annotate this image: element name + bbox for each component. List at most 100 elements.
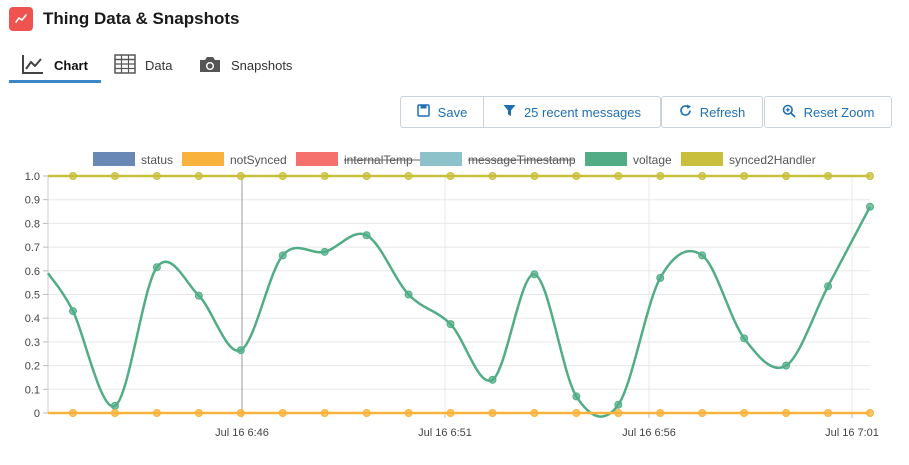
data-point-notSynced[interactable] <box>110 409 119 417</box>
data-point-voltage[interactable] <box>782 361 791 370</box>
data-point-synced2Handler[interactable] <box>530 172 539 180</box>
legend-item-internalTemp[interactable]: internalTemp <box>296 152 424 167</box>
legend-item-synced2Handler[interactable]: synced2Handler <box>681 152 816 167</box>
data-point-voltage[interactable] <box>362 231 371 240</box>
y-tick-label: 0.2 <box>25 361 40 373</box>
y-tick-label: 0.6 <box>25 266 40 278</box>
save-icon <box>416 104 430 120</box>
data-point-synced2Handler[interactable] <box>110 172 119 180</box>
data-point-synced2Handler[interactable] <box>824 172 833 180</box>
data-point-synced2Handler[interactable] <box>740 172 749 180</box>
data-point-synced2Handler[interactable] <box>404 172 413 180</box>
data-point-notSynced[interactable] <box>278 409 287 417</box>
data-point-notSynced[interactable] <box>69 409 77 417</box>
data-point-notSynced[interactable] <box>866 409 874 417</box>
legend-label: synced2Handler <box>729 153 816 167</box>
data-point-voltage[interactable] <box>278 251 287 260</box>
data-point-voltage[interactable] <box>656 273 665 282</box>
data-point-voltage[interactable] <box>110 401 119 410</box>
data-point-synced2Handler[interactable] <box>236 172 245 180</box>
page-title: Thing Data & Snapshots <box>43 9 240 28</box>
data-point-synced2Handler[interactable] <box>866 172 874 180</box>
data-point-voltage[interactable] <box>236 346 245 355</box>
data-point-synced2Handler[interactable] <box>152 172 161 180</box>
legend-swatch <box>93 152 135 166</box>
y-tick-label: 0.3 <box>25 337 40 349</box>
data-point-notSynced[interactable] <box>698 409 707 417</box>
data-point-voltage[interactable] <box>152 263 161 272</box>
data-point-voltage[interactable] <box>824 282 833 291</box>
data-point-notSynced[interactable] <box>572 409 581 417</box>
zoom-icon <box>782 104 796 121</box>
save-button[interactable]: Save <box>400 96 484 128</box>
line-chart-icon <box>9 7 33 31</box>
data-point-notSynced[interactable] <box>236 409 245 417</box>
legend-label: notSynced <box>230 153 287 167</box>
data-point-notSynced[interactable] <box>152 409 161 417</box>
y-tick-label: 1.0 <box>25 171 40 183</box>
data-point-voltage[interactable] <box>446 320 455 329</box>
data-point-synced2Handler[interactable] <box>656 172 665 180</box>
data-point-notSynced[interactable] <box>362 409 371 417</box>
data-point-synced2Handler[interactable] <box>572 172 581 180</box>
data-point-notSynced[interactable] <box>656 409 665 417</box>
data-point-voltage[interactable] <box>69 307 77 316</box>
data-point-voltage[interactable] <box>866 202 874 211</box>
data-point-notSynced[interactable] <box>194 409 203 417</box>
refresh-label: Refresh <box>699 104 746 120</box>
tab-chart[interactable]: Chart <box>21 50 88 81</box>
data-point-synced2Handler[interactable] <box>488 172 497 180</box>
data-point-synced2Handler[interactable] <box>614 172 623 180</box>
data-point-notSynced[interactable] <box>782 409 791 417</box>
legend-swatch <box>681 152 723 166</box>
data-point-synced2Handler[interactable] <box>698 172 707 180</box>
data-point-notSynced[interactable] <box>320 409 329 417</box>
data-point-notSynced[interactable] <box>614 409 623 417</box>
legend-item-messageTimestamp[interactable]: messageTimestamp <box>420 152 576 167</box>
data-point-voltage[interactable] <box>698 251 707 260</box>
tab-data[interactable]: Data <box>114 50 172 81</box>
data-point-voltage[interactable] <box>740 334 749 343</box>
data-point-voltage[interactable] <box>404 290 413 299</box>
data-point-voltage[interactable] <box>320 247 329 256</box>
data-point-notSynced[interactable] <box>488 409 497 417</box>
data-point-synced2Handler[interactable] <box>320 172 329 180</box>
legend-label: status <box>141 153 173 167</box>
data-point-synced2Handler[interactable] <box>782 172 791 180</box>
data-point-voltage[interactable] <box>614 400 623 409</box>
data-point-synced2Handler[interactable] <box>194 172 203 180</box>
data-point-voltage[interactable] <box>572 392 581 401</box>
camera-icon <box>198 54 222 77</box>
data-point-voltage[interactable] <box>530 270 539 279</box>
reset-zoom-button[interactable]: Reset Zoom <box>764 96 892 128</box>
recent-messages-button[interactable]: 25 recent messages <box>484 96 661 128</box>
save-label: Save <box>437 104 468 120</box>
y-tick-label: 0.9 <box>25 195 40 207</box>
refresh-button[interactable]: Refresh <box>661 96 763 128</box>
legend-swatch <box>182 152 224 166</box>
data-point-synced2Handler[interactable] <box>69 172 77 180</box>
data-point-notSynced[interactable] <box>446 409 455 417</box>
tab-snapshots[interactable]: Snapshots <box>198 50 292 81</box>
page-header: Thing Data & Snapshots <box>9 6 239 32</box>
legend-swatch <box>420 152 462 166</box>
data-point-notSynced[interactable] <box>530 409 539 417</box>
data-point-notSynced[interactable] <box>740 409 749 417</box>
data-point-synced2Handler[interactable] <box>362 172 371 180</box>
data-point-notSynced[interactable] <box>404 409 413 417</box>
data-point-voltage[interactable] <box>194 291 203 300</box>
line-chart[interactable]: status notSynced internalTemp messageTimest… <box>0 140 909 465</box>
active-tab-indicator <box>9 80 101 83</box>
legend-item-notSynced[interactable]: notSynced <box>182 152 287 167</box>
data-point-synced2Handler[interactable] <box>446 172 455 180</box>
data-point-synced2Handler[interactable] <box>278 172 287 180</box>
recent-messages-label: 25 recent messages <box>523 104 642 120</box>
data-point-voltage[interactable] <box>488 375 497 384</box>
series-line-voltage <box>46 206 872 418</box>
legend-item-status[interactable]: status <box>93 152 173 167</box>
data-point-notSynced[interactable] <box>824 409 833 417</box>
table-icon <box>114 54 136 77</box>
y-tick-label: 0 <box>34 408 40 420</box>
legend-item-voltage[interactable]: voltage <box>585 152 672 167</box>
primary-actions: Save 25 recent messages <box>400 96 661 128</box>
